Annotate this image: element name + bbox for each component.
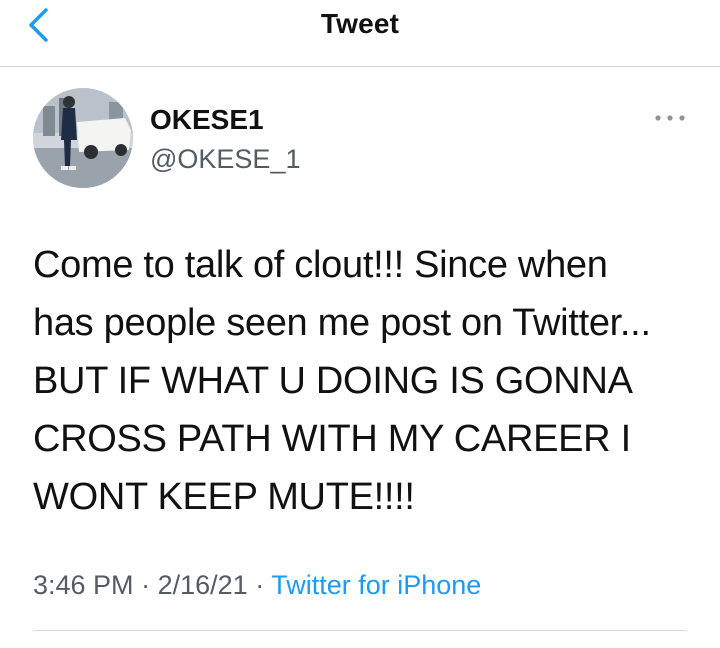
page-title: Tweet — [320, 8, 400, 39]
username-handle[interactable]: @OKESE_1 — [150, 144, 300, 175]
tweet-time: 3:46 PM — [33, 570, 134, 600]
tweet-text-line: CROSS PATH WITH MY CAREER I — [33, 418, 631, 460]
tweet-text-line: has people seen me post on Twitter... — [33, 302, 651, 344]
tweet-metadata: 3:46 PM · 2/16/21 · Twitter for iPhone — [33, 570, 481, 601]
tweet-text: Come to talk of clout!!! Since when has … — [33, 236, 703, 526]
tweet-text-line: Come to talk of clout!!! Since when — [33, 244, 608, 286]
meta-separator: · — [141, 570, 151, 600]
more-horizontal-icon[interactable] — [650, 110, 690, 126]
divider — [33, 630, 687, 631]
tweet-source-link[interactable]: Twitter for iPhone — [271, 570, 481, 600]
display-name[interactable]: OKESE1 — [150, 104, 264, 136]
top-nav-bar: Tweet — [0, 0, 720, 67]
meta-separator: · — [255, 570, 265, 600]
avatar[interactable] — [33, 88, 133, 188]
avatar-photo — [33, 88, 133, 188]
tweet-date: 2/16/21 — [157, 570, 248, 600]
tweet-text-line: BUT IF WHAT U DOING IS GONNA — [33, 360, 633, 402]
tweet-text-line: WONT KEEP MUTE!!!! — [33, 476, 415, 518]
